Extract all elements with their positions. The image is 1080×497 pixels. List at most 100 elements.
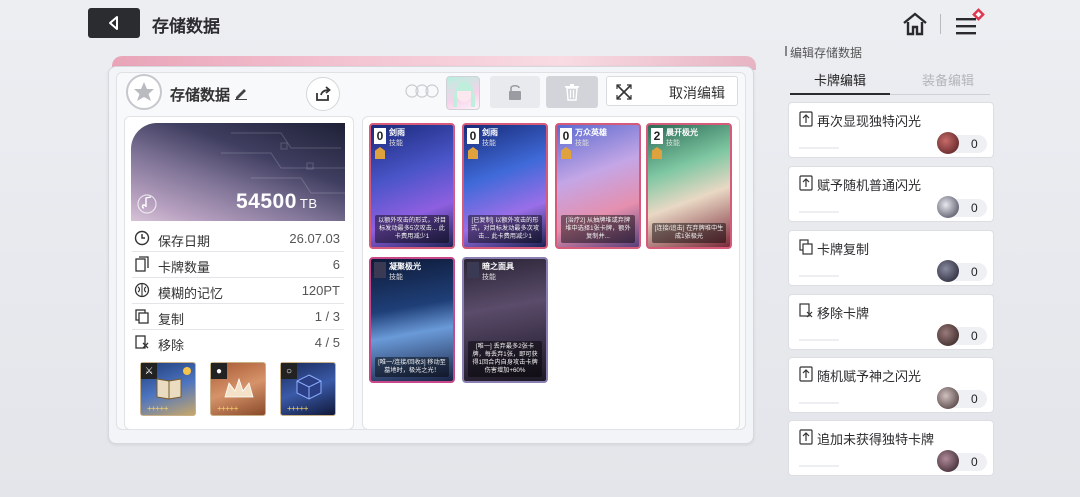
card-cost: 0 bbox=[467, 128, 479, 144]
card-text: 以额外攻击的形式，对目标发动最多5次攻击... 此卡费用减少1 bbox=[375, 215, 449, 243]
item-count-pill: 0 bbox=[937, 387, 987, 409]
character-avatar[interactable] bbox=[446, 76, 480, 110]
item-count: 0 bbox=[971, 329, 978, 343]
card-upgrade-icon bbox=[799, 366, 813, 382]
tab-underline-active bbox=[790, 93, 890, 95]
item-count-pill: 0 bbox=[937, 324, 987, 346]
delete-button[interactable] bbox=[546, 76, 598, 108]
decor-line bbox=[799, 339, 839, 341]
card-type: 技能 bbox=[575, 140, 589, 147]
item-count-pill: 0 bbox=[937, 132, 987, 154]
stat-value: 26.07.03 bbox=[289, 231, 340, 246]
card-type: 技能 bbox=[389, 140, 403, 147]
share-icon bbox=[316, 86, 331, 101]
item-count: 0 bbox=[971, 201, 978, 215]
card[interactable]: 凝聚极光 技能 [唯一/连接/回收3] 移动至墓地时，极光之光！ bbox=[369, 257, 455, 383]
decor-line bbox=[799, 147, 839, 149]
card-name: 剑雨 bbox=[482, 128, 498, 137]
sidebar-item-label: 追加未获得独特卡牌 bbox=[817, 432, 935, 447]
back-button[interactable] bbox=[88, 8, 140, 38]
material-coin-icon bbox=[937, 196, 959, 218]
save-title: 存储数据 bbox=[170, 87, 231, 104]
card-name: 凝聚极光 bbox=[389, 262, 421, 271]
material-coin-icon bbox=[937, 324, 959, 346]
stat-label: 移除 bbox=[158, 338, 185, 353]
relic-cube[interactable]: ○ +++++ bbox=[280, 362, 336, 416]
top-divider bbox=[940, 14, 941, 34]
cross-arrows-icon bbox=[616, 84, 632, 100]
item-count-pill: 0 bbox=[937, 196, 987, 218]
tab-equip-edit[interactable]: 装备编辑 bbox=[908, 70, 988, 89]
card[interactable]: 2 晨开极光 技能 [连接/追击] 在弃牌堆中生成1张极光 bbox=[646, 123, 732, 249]
brain-icon bbox=[134, 282, 150, 298]
cancel-edit-button[interactable]: 取消编辑 bbox=[606, 76, 738, 106]
sidebar-item-label: 赋予随机普通闪光 bbox=[817, 178, 922, 193]
sidebar-item-reveal-unique-flash[interactable]: 再次显现独特闪光 0 bbox=[788, 102, 994, 158]
stat-value: 6 bbox=[332, 257, 340, 272]
card[interactable]: 0 万众英雄 技能 [治疗2] 从抽牌堆或弃牌堆中选择1张卡牌，额外复制并... bbox=[555, 123, 641, 249]
cube-icon bbox=[296, 374, 322, 400]
card-text: [唯一] 丢弃最多2张卡牌，每丢弃1张，即可获得1回合内自身攻击卡牌伤害增加+6… bbox=[468, 341, 542, 377]
card-ornament-icon bbox=[375, 147, 385, 159]
card-cost: 0 bbox=[374, 128, 386, 144]
card-upgrade-icon bbox=[799, 175, 813, 191]
decor-line bbox=[799, 465, 839, 467]
card-type: 技能 bbox=[389, 274, 403, 281]
card-count-icon bbox=[135, 256, 149, 272]
music-note-icon bbox=[136, 193, 158, 220]
card-name: 晨开极光 bbox=[666, 128, 698, 137]
material-coin-icon bbox=[937, 450, 959, 472]
home-icon[interactable] bbox=[900, 10, 930, 38]
card-cost bbox=[374, 262, 386, 278]
tb-balance: 54500 TB bbox=[236, 190, 318, 214]
sidebar-item-label: 随机赋予神之闪光 bbox=[817, 369, 922, 384]
sidebar-title: 编辑存储数据 bbox=[790, 46, 863, 60]
decor-line bbox=[799, 402, 839, 404]
card[interactable]: 0 剑雨 技能 以额外攻击的形式，对目标发动最多5次攻击... 此卡费用减少1 bbox=[369, 123, 455, 249]
page-title: 存储数据 bbox=[152, 17, 220, 36]
card-text: [连接/追击] 在弃牌堆中生成1张极光 bbox=[652, 223, 726, 243]
card-name: 万众英雄 bbox=[575, 128, 607, 137]
pencil-icon[interactable] bbox=[234, 86, 248, 105]
item-count-pill: 0 bbox=[937, 260, 987, 282]
share-button[interactable] bbox=[306, 77, 340, 111]
stat-label: 复制 bbox=[158, 312, 185, 327]
stat-label: 卡牌数量 bbox=[158, 260, 211, 275]
card-text: [治疗2] 从抽牌堆或弃牌堆中选择1张卡牌，额外复制并... bbox=[561, 215, 635, 243]
sidebar-item-random-divine-flash[interactable]: 随机赋予神之闪光 0 bbox=[788, 357, 994, 413]
lock-button[interactable] bbox=[490, 76, 540, 108]
card-upgrade-icon bbox=[799, 429, 813, 445]
material-coin-icon bbox=[937, 387, 959, 409]
card-name: 暗之面具 bbox=[482, 262, 514, 271]
card[interactable]: 0 剑雨 技能 [已复制] 以额外攻击的形式，对目标发动最多次攻击... 此卡费… bbox=[462, 123, 548, 249]
item-count: 0 bbox=[971, 265, 978, 279]
stat-value: 120PT bbox=[301, 283, 340, 298]
stat-row-remove: 移除 4 / 5 bbox=[132, 330, 344, 356]
sidebar-item-random-normal-flash[interactable]: 赋予随机普通闪光 0 bbox=[788, 166, 994, 222]
tb-value: 54500 bbox=[236, 190, 297, 213]
remove-icon bbox=[135, 335, 149, 349]
relic-stars: +++++ bbox=[147, 404, 168, 413]
sidebar-item-add-unique-card[interactable]: 追加未获得独特卡牌 0 bbox=[788, 420, 994, 476]
card-ornament-icon bbox=[652, 147, 662, 159]
sidebar-item-label: 再次显现独特闪光 bbox=[817, 114, 922, 129]
relic-book[interactable]: ⚔ +++++ bbox=[140, 362, 196, 416]
sun-icon bbox=[183, 367, 191, 375]
item-count: 0 bbox=[971, 392, 978, 406]
card[interactable]: 暗之面具 技能 [唯一] 丢弃最多2张卡牌，每丢弃1张，即可获得1回合内自身攻击… bbox=[462, 257, 548, 383]
decor-line bbox=[799, 275, 839, 277]
stat-row-save-date: 保存日期 26.07.03 bbox=[132, 226, 344, 252]
item-count: 0 bbox=[971, 137, 978, 151]
card-cost: 2 bbox=[651, 128, 663, 144]
stat-value: 1 / 3 bbox=[314, 309, 340, 324]
relic-crown[interactable]: ● +++++ bbox=[210, 362, 266, 416]
card-text: [已复制] 以额外攻击的形式，对目标发动最多次攻击... 此卡费用减少1 bbox=[468, 215, 542, 243]
tab-card-edit[interactable]: 卡牌编辑 bbox=[790, 70, 890, 95]
stat-label: 模糊的记忆 bbox=[158, 286, 224, 301]
sidebar-item-card-copy[interactable]: 卡牌复制 0 bbox=[788, 230, 994, 286]
stat-value: 4 / 5 bbox=[314, 335, 340, 350]
sidebar-item-remove-card[interactable]: 移除卡牌 0 bbox=[788, 294, 994, 350]
item-count-pill: 0 bbox=[937, 450, 987, 472]
menu-icon[interactable] bbox=[952, 8, 988, 40]
relic-stars: +++++ bbox=[287, 404, 308, 413]
